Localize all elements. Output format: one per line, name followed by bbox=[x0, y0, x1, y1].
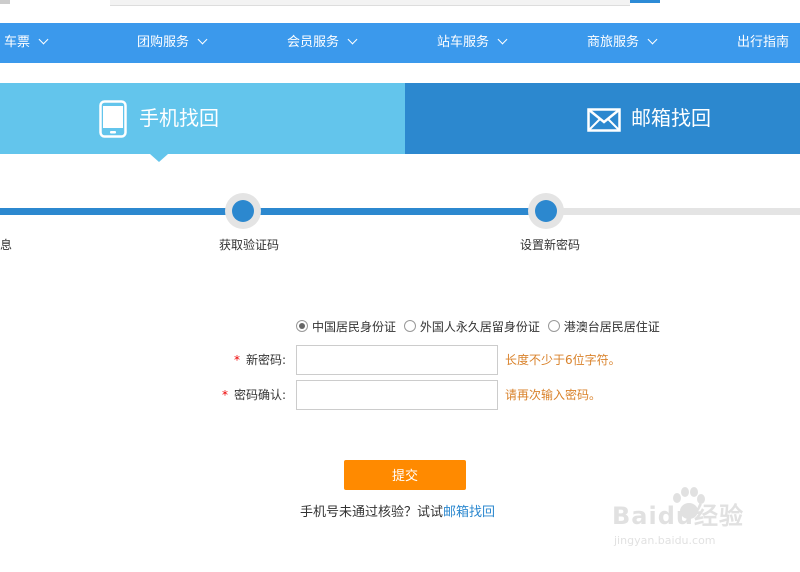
id-type-label: 中国居民身份证 bbox=[312, 320, 397, 334]
nav-item-business[interactable]: 商旅服务 bbox=[587, 23, 658, 63]
required-mark: * bbox=[221, 388, 228, 402]
new-password-label: * 新密码: bbox=[234, 345, 286, 375]
step-label-2: 获取验证码 bbox=[219, 238, 280, 252]
phone-icon bbox=[99, 100, 127, 138]
id-type-option[interactable]: 外国人永久居留身份证 bbox=[403, 320, 540, 334]
submit-button[interactable]: 提交 bbox=[344, 460, 466, 490]
tab-phone-label: 手机找回 bbox=[139, 106, 219, 130]
nav-item-label: 车票 bbox=[4, 35, 31, 50]
nav-item-label: 站车服务 bbox=[437, 35, 490, 50]
nav-item-travel-guide[interactable]: 出行指南 bbox=[737, 23, 789, 63]
nav-item-tickets[interactable]: 车票 bbox=[4, 23, 49, 63]
step-label-1: 息 bbox=[0, 238, 13, 252]
confirm-password-label-text: 密码确认: bbox=[233, 388, 286, 402]
step-dot-3 bbox=[528, 193, 564, 229]
radio-unchecked-icon[interactable] bbox=[403, 320, 416, 332]
step-progress: 息 获取验证码 设置新密码 bbox=[0, 190, 800, 252]
top-fragment bbox=[0, 0, 10, 4]
watermark-url: jingyan.baidu.com bbox=[614, 534, 716, 547]
new-password-row: * 新密码: 长度不少于6位字符。 bbox=[0, 345, 800, 375]
new-password-label-text: 新密码: bbox=[245, 353, 286, 367]
progress-fill bbox=[0, 208, 546, 215]
new-password-input[interactable] bbox=[296, 345, 498, 375]
chevron-down-icon bbox=[347, 34, 358, 45]
radio-unchecked-icon[interactable] bbox=[547, 320, 560, 332]
recovery-tabs: 手机找回 邮箱找回 bbox=[0, 83, 800, 154]
nav-item-member[interactable]: 会员服务 bbox=[287, 23, 358, 63]
nav-item-label: 商旅服务 bbox=[587, 35, 640, 50]
nav-item-station[interactable]: 站车服务 bbox=[437, 23, 508, 63]
mail-icon bbox=[587, 108, 621, 132]
chevron-down-icon bbox=[497, 34, 508, 45]
top-strip bbox=[0, 0, 800, 22]
confirm-password-input[interactable] bbox=[296, 380, 498, 410]
confirm-password-hint: 请再次输入密码。 bbox=[505, 388, 602, 402]
step-dot-2 bbox=[225, 193, 261, 229]
tab-phone-recovery[interactable]: 手机找回 bbox=[0, 83, 405, 154]
baidu-watermark: Baidu经验 jingyan.baidu.com bbox=[612, 486, 762, 556]
nav-item-group-buy[interactable]: 团购服务 bbox=[137, 23, 208, 63]
confirm-password-label: * 密码确认: bbox=[222, 380, 286, 410]
chevron-down-icon bbox=[38, 34, 49, 45]
tab-email-label: 邮箱找回 bbox=[631, 106, 711, 130]
email-recovery-link[interactable]: 邮箱找回 bbox=[443, 505, 495, 520]
radio-checked-icon[interactable] bbox=[296, 320, 308, 332]
main-nav: 车票 团购服务 会员服务 站车服务 商旅服务 出行指南 bbox=[0, 23, 800, 63]
watermark-text: Baidu经验 bbox=[612, 502, 744, 530]
search-bar-edge[interactable] bbox=[110, 0, 630, 6]
step-label-3: 设置新密码 bbox=[520, 238, 581, 252]
id-type-option[interactable]: 港澳台居民居住证 bbox=[547, 320, 660, 334]
confirm-password-row: * 密码确认: 请再次输入密码。 bbox=[0, 380, 800, 410]
active-tab-pointer bbox=[150, 154, 168, 162]
new-password-hint: 长度不少于6位字符。 bbox=[505, 353, 621, 367]
bottom-note-text: 手机号未通过核验？试试 bbox=[300, 505, 444, 520]
nav-item-label: 会员服务 bbox=[287, 35, 340, 50]
id-type-label: 港澳台居民居住证 bbox=[563, 320, 660, 334]
nav-item-label: 团购服务 bbox=[137, 35, 190, 50]
chevron-down-icon bbox=[647, 34, 658, 45]
bottom-note: 手机号未通过核验？试试邮箱找回 bbox=[300, 501, 495, 520]
chevron-down-icon bbox=[197, 34, 208, 45]
id-type-group: 中国居民身份证 外国人永久居留身份证 港澳台居民居住证 bbox=[296, 318, 664, 334]
id-type-label: 外国人永久居留身份证 bbox=[419, 320, 540, 334]
search-button-edge[interactable] bbox=[630, 0, 660, 3]
required-mark: * bbox=[233, 353, 240, 367]
nav-item-label: 出行指南 bbox=[737, 35, 790, 50]
id-type-option[interactable]: 中国居民身份证 bbox=[296, 320, 396, 334]
